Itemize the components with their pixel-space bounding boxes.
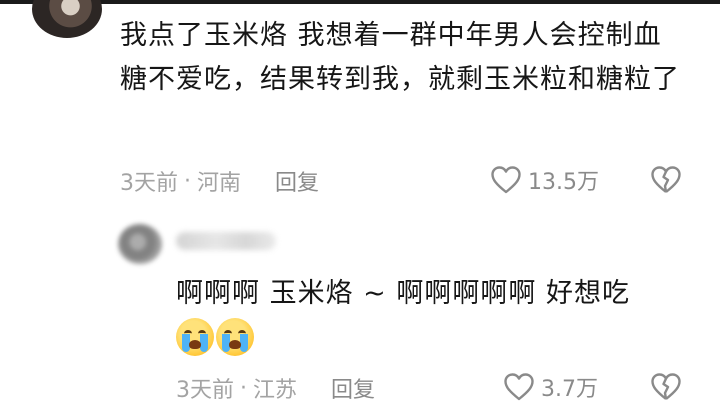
comment-time: 3天前: [120, 171, 178, 196]
reply-button[interactable]: 回复: [331, 372, 375, 404]
comment-time: 3天前: [176, 378, 234, 403]
avatar[interactable]: [32, 0, 102, 38]
dislike-button[interactable]: [650, 372, 682, 402]
comment-text: 我点了玉米烙 我想着一群中年男人会控制血糖不爱吃，结果转到我，就剩玉米粒和糖粒了: [120, 20, 680, 95]
like-button[interactable]: 13.5万: [490, 164, 599, 196]
loudly-crying-face-icon: [176, 318, 214, 356]
comment-meta: 3天前 · 河南 回复: [120, 165, 319, 197]
broken-heart-icon: [650, 372, 682, 402]
like-button[interactable]: 3.7万: [503, 371, 598, 403]
comment-location: 河南: [197, 171, 242, 196]
meta-separator: ·: [240, 375, 247, 401]
like-count: 13.5万: [528, 170, 599, 195]
heart-icon: [490, 165, 522, 195]
meta-separator: ·: [184, 168, 191, 194]
comment-meta: 3天前 · 江苏 回复: [176, 372, 375, 404]
heart-icon: [503, 372, 535, 402]
emoji-row: [176, 318, 254, 358]
broken-heart-icon: [650, 165, 682, 195]
username-blurred: [176, 232, 276, 250]
comment-location: 江苏: [253, 378, 298, 403]
reply-button[interactable]: 回复: [275, 165, 319, 197]
top-status-strip: [0, 0, 720, 4]
dislike-button[interactable]: [650, 165, 682, 195]
comment-text: 啊啊啊 玉米烙 ~ 啊啊啊啊啊 好想吃: [176, 278, 630, 309]
loudly-crying-face-icon: [216, 318, 254, 356]
avatar[interactable]: [118, 224, 162, 264]
like-count: 3.7万: [541, 377, 598, 402]
